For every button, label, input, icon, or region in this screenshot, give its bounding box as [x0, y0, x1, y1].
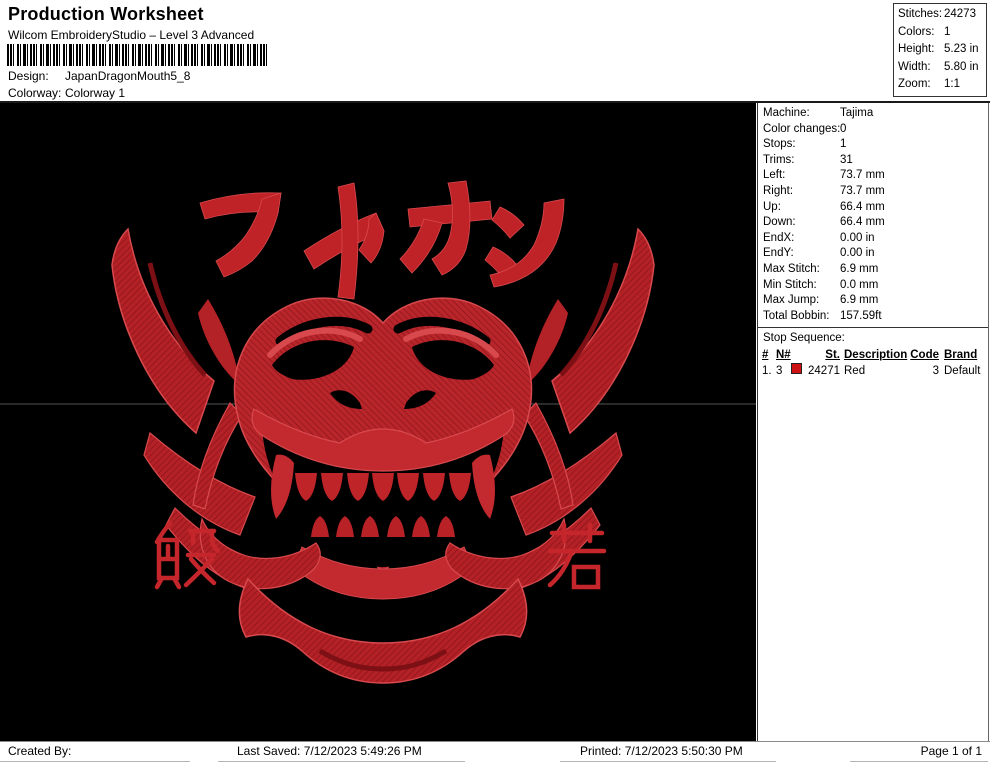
stat-colors: Colors: 1	[898, 25, 951, 38]
stat-stitches: Stitches: 24273	[898, 8, 976, 20]
machine-parameters: Machine: Tajima Color changes:0 Stops: 1 T…	[758, 103, 988, 324]
param-color-changes: Color changes:0	[763, 122, 847, 135]
param-trims: Trims: 31	[763, 153, 853, 166]
design-value: JapanDragonMouth5_8	[65, 69, 191, 83]
stat-zoom: Zoom: 1:1	[898, 78, 960, 90]
param-min-stitch: Min Stitch: 0.0 mm	[763, 278, 879, 291]
machine-info-panel: Machine: Tajima Color changes:0 Stops: 1 T…	[757, 103, 989, 741]
created-by-label: Created By:	[0, 742, 190, 762]
param-max-jump: Max Jump: 6.9 mm	[763, 294, 879, 307]
page-number: Page 1 of 1	[850, 742, 988, 762]
param-up: Up: 66.4 mm	[763, 200, 885, 213]
embroidery-design-oni-mask	[0, 103, 756, 741]
stat-width: Width: 5.80 in	[898, 60, 979, 73]
param-max-stitch: Max Stitch: 6.9 mm	[763, 262, 879, 275]
stat-height: Height: 5.23 in	[898, 43, 979, 55]
printed-label: Printed: 7/12/2023 5:50:30 PM	[560, 742, 776, 762]
colorway-row: Colorway: Colorway 1	[8, 86, 125, 100]
colorway-label: Colorway:	[8, 86, 62, 100]
footer: Created By: Last Saved: 7/12/2023 5:49:2…	[0, 741, 990, 762]
param-endx: EndX: 0.00 in	[763, 231, 875, 244]
app-subtitle: Wilcom EmbroideryStudio – Level 3 Advanc…	[8, 28, 255, 42]
param-endy: EndY: 0.00 in	[763, 247, 875, 260]
design-name-row: Design: JapanDragonMouth5_8	[8, 69, 190, 83]
param-stops: Stops: 1	[763, 138, 847, 151]
stop-sequence-row: 1. 3 24271 Red 3 Default	[762, 363, 981, 378]
design-stats-box: Stitches: 24273 Colors: 1 Height: 5.23 in W…	[893, 3, 987, 97]
param-total-bobbin: Total Bobbin: 157.59ft	[763, 309, 882, 322]
stop-sequence-header: # N# St. Description Code Brand	[762, 349, 978, 362]
stop-sequence-title: Stop Sequence:	[763, 332, 845, 345]
production-worksheet-page: Production Worksheet Wilcom EmbroiderySt…	[0, 0, 990, 762]
last-saved-label: Last Saved: 7/12/2023 5:49:26 PM	[218, 742, 465, 762]
colorway-value: Colorway 1	[65, 86, 126, 100]
param-machine: Machine: Tajima	[763, 107, 874, 119]
param-down: Down: 66.4 mm	[763, 216, 885, 229]
param-left: Left: 73.7 mm	[763, 169, 885, 182]
barcode-image	[7, 44, 270, 66]
page-title: Production Worksheet	[8, 4, 204, 24]
design-canvas	[0, 103, 756, 741]
design-label: Design:	[8, 69, 49, 83]
param-right: Right: 73.7 mm	[763, 184, 885, 197]
header: Production Worksheet Wilcom EmbroiderySt…	[0, 0, 990, 103]
